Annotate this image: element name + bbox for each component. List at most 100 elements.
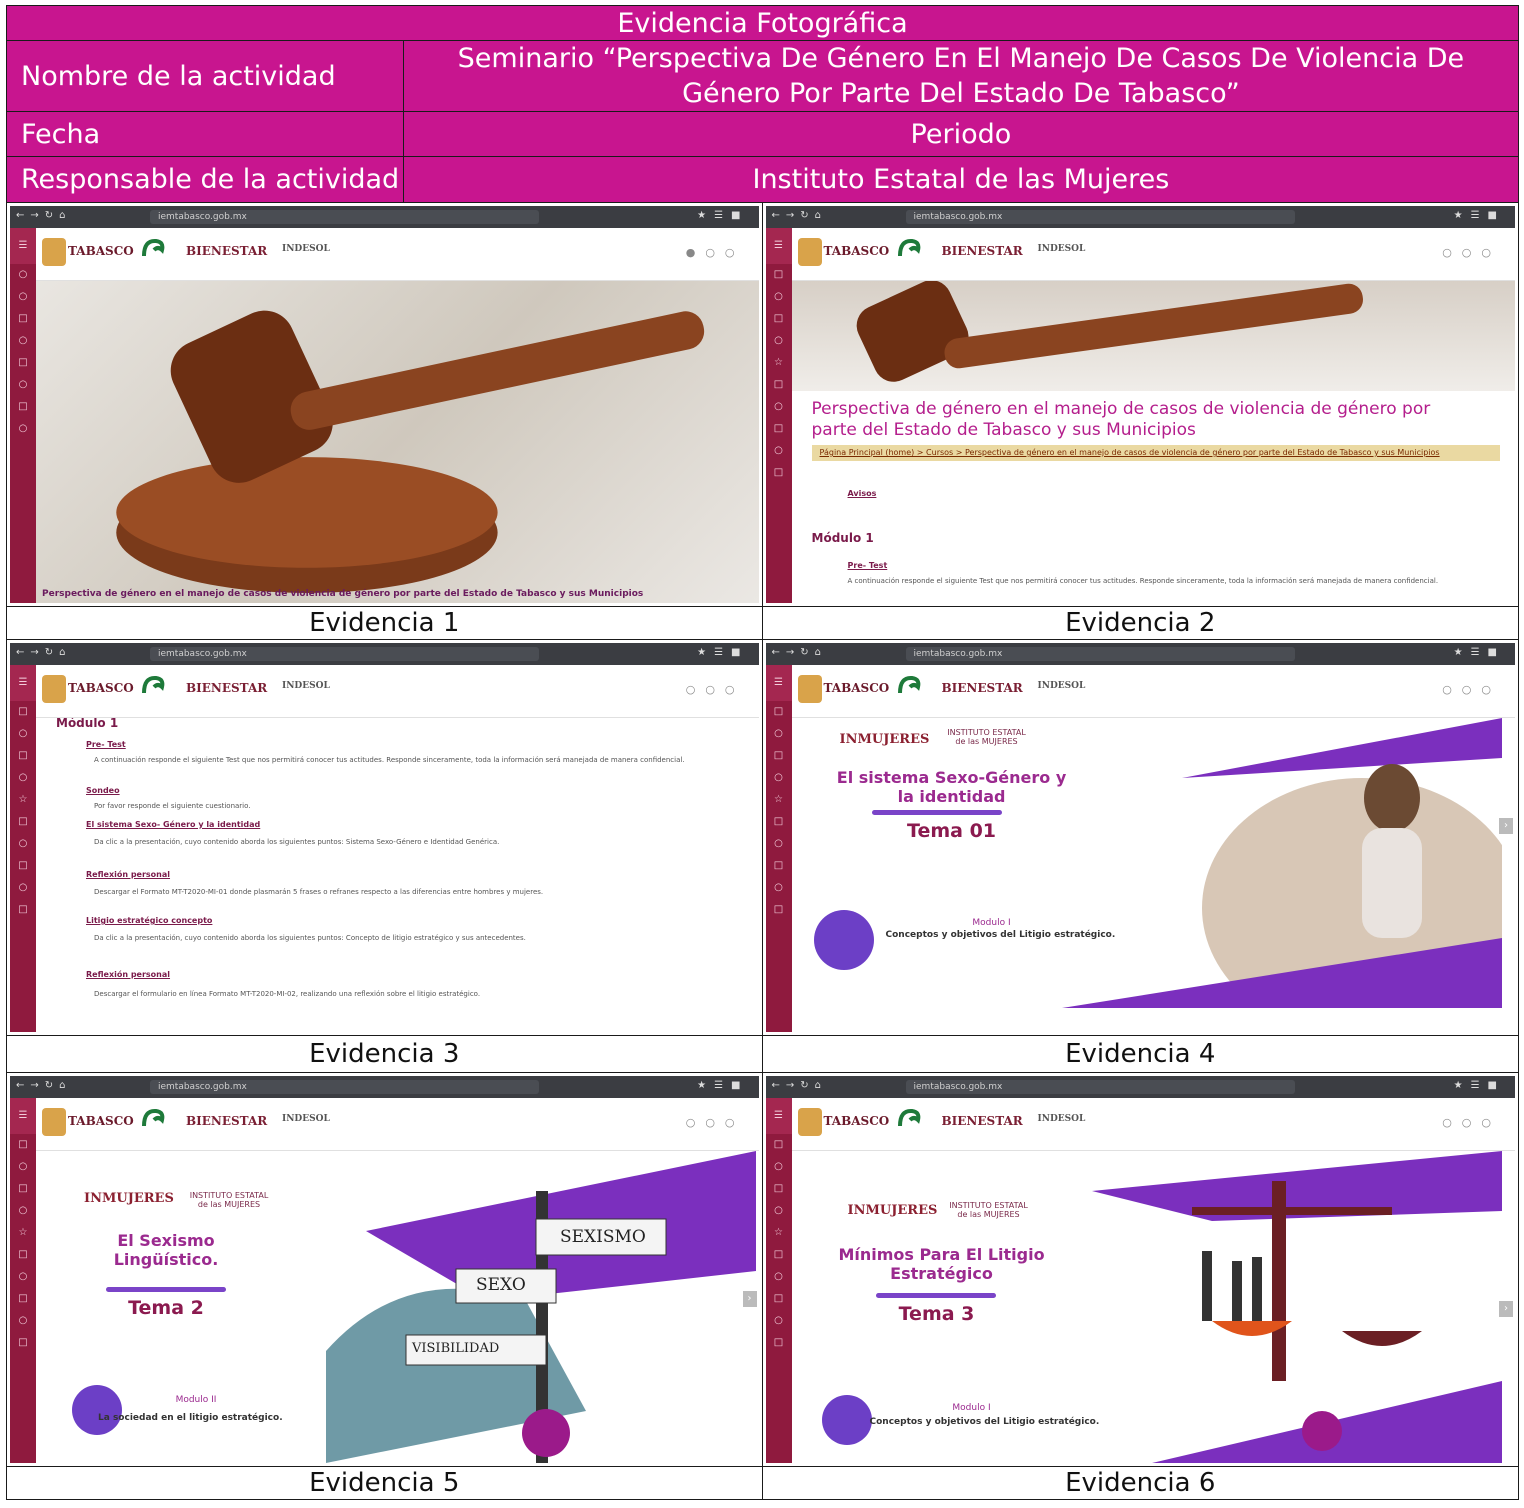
nav-icon[interactable]: ○ [10,1310,36,1332]
notification-icons[interactable]: ○○○ [1442,246,1501,259]
notification-icons[interactable]: ○○○ [686,683,745,696]
menu-icon[interactable]: ☰ [10,228,36,264]
toolbar-icons[interactable]: ★☰■ [697,210,748,221]
nav-icon[interactable]: ○ [766,440,792,462]
nav-icon[interactable]: □ [766,745,792,767]
nav-icon[interactable]: □ [10,811,36,833]
nav-icon[interactable]: ☆ [10,1222,36,1244]
next-slide-icon[interactable]: › [742,1291,757,1307]
nav-icon[interactable]: □ [10,1178,36,1200]
nav-icon[interactable]: ○ [10,286,36,308]
toolbar-icons[interactable]: ★☰■ [1454,1080,1505,1091]
nav-icon[interactable]: □ [10,308,36,330]
module-item[interactable]: Sondeo [86,786,120,795]
nav-icon[interactable]: ○ [10,833,36,855]
nav-icon[interactable]: ☆ [766,1222,792,1244]
nav-icon[interactable]: □ [766,811,792,833]
nav-icon[interactable]: ○ [766,1310,792,1332]
nav-icon[interactable]: □ [10,1332,36,1354]
nav-icon[interactable]: □ [766,374,792,396]
module-item[interactable]: Pre- Test [86,740,126,749]
url-bar[interactable]: iemtabasco.gob.mx [150,647,539,661]
url-bar[interactable]: iemtabasco.gob.mx [905,210,1295,224]
next-slide-icon[interactable]: › [1499,818,1513,834]
back-icon[interactable]: ←→↻⌂ [16,210,71,221]
nav-icon[interactable]: ○ [10,1156,36,1178]
pretest-link[interactable]: Pre- Test [848,561,888,570]
nav-icon[interactable]: ☆ [10,789,36,811]
nav-icon[interactable]: □ [10,855,36,877]
nav-icon[interactable]: ○ [766,767,792,789]
nav-icon[interactable]: ○ [766,1200,792,1222]
nav-icon[interactable]: ○ [766,330,792,352]
nav-icon[interactable]: ○ [766,877,792,899]
back-icon[interactable]: ←→↻⌂ [772,210,827,221]
nav-icon[interactable]: ○ [766,833,792,855]
nav-icon[interactable]: ○ [10,418,36,440]
nav-icon[interactable]: ○ [10,723,36,745]
breadcrumb[interactable]: Página Principal (home) > Cursos > Persp… [811,445,1500,461]
module-item[interactable]: Reflexión personal [86,970,170,979]
nav-icon[interactable]: □ [10,701,36,723]
nav-icon[interactable]: □ [766,855,792,877]
menu-icon[interactable]: ☰ [10,1098,36,1134]
nav-icon[interactable]: □ [766,1134,792,1156]
notification-icons[interactable]: ●○○ [686,246,745,259]
toolbar-icons[interactable]: ★☰■ [1454,210,1505,221]
url-bar[interactable]: iemtabasco.gob.mx [150,210,539,224]
back-icon[interactable]: ←→↻⌂ [772,1080,827,1091]
menu-icon[interactable]: ☰ [10,665,36,701]
toolbar-icons[interactable]: ★☰■ [697,1080,748,1091]
nav-icon[interactable]: □ [766,462,792,484]
notification-icons[interactable]: ○○○ [1442,1116,1501,1129]
nav-icon[interactable]: □ [10,352,36,374]
nav-icon[interactable]: □ [766,1332,792,1354]
toolbar-icons[interactable]: ★☰■ [1454,647,1505,658]
next-slide-icon[interactable]: › [1499,1301,1513,1317]
nav-icon[interactable]: □ [766,899,792,921]
module-item[interactable]: El sistema Sexo- Género y la identidad [86,820,260,829]
nav-icon[interactable]: □ [766,418,792,440]
url-bar[interactable]: iemtabasco.gob.mx [905,647,1295,661]
url-bar[interactable]: iemtabasco.gob.mx [905,1080,1295,1094]
menu-icon[interactable]: ☰ [765,665,792,701]
nav-icon[interactable]: □ [10,899,36,921]
menu-icon[interactable]: ☰ [765,1098,792,1134]
nav-icon[interactable]: □ [10,396,36,418]
nav-icon[interactable]: □ [766,701,792,723]
nav-icon[interactable]: ○ [10,264,36,286]
nav-icon[interactable]: ☆ [766,352,792,374]
nav-icon[interactable]: □ [766,1178,792,1200]
nav-icon[interactable]: □ [766,1244,792,1266]
back-icon[interactable]: ←→↻⌂ [772,647,827,658]
nav-icon[interactable]: ○ [10,1200,36,1222]
nav-icon[interactable]: □ [10,1134,36,1156]
nav-icon[interactable]: ○ [766,286,792,308]
nav-icon[interactable]: ☆ [766,789,792,811]
announcements-link[interactable]: Avisos [848,489,877,498]
nav-icon[interactable]: □ [766,1288,792,1310]
nav-icon[interactable]: □ [10,1288,36,1310]
back-icon[interactable]: ←→↻⌂ [16,647,71,658]
nav-icon[interactable]: □ [766,308,792,330]
nav-icon[interactable]: ○ [766,723,792,745]
nav-icon[interactable]: ○ [10,767,36,789]
nav-icon[interactable]: □ [766,264,792,286]
notification-icons[interactable]: ○○○ [686,1116,745,1129]
menu-icon[interactable]: ☰ [765,228,792,264]
module-item[interactable]: Reflexión personal [86,870,170,879]
nav-icon[interactable]: ○ [766,1156,792,1178]
nav-icon[interactable]: ○ [10,1266,36,1288]
url-bar[interactable]: iemtabasco.gob.mx [150,1080,539,1094]
nav-icon[interactable]: ○ [766,1266,792,1288]
toolbar-icons[interactable]: ★☰■ [697,647,748,658]
nav-icon[interactable]: ○ [766,396,792,418]
back-icon[interactable]: ←→↻⌂ [16,1080,71,1091]
notification-icons[interactable]: ○○○ [1442,683,1501,696]
nav-icon[interactable]: □ [10,1244,36,1266]
nav-icon[interactable]: ○ [10,330,36,352]
nav-icon[interactable]: □ [10,745,36,767]
module-item[interactable]: Litigio estratégico concepto [86,916,212,925]
nav-icon[interactable]: ○ [10,374,36,396]
nav-icon[interactable]: ○ [10,877,36,899]
